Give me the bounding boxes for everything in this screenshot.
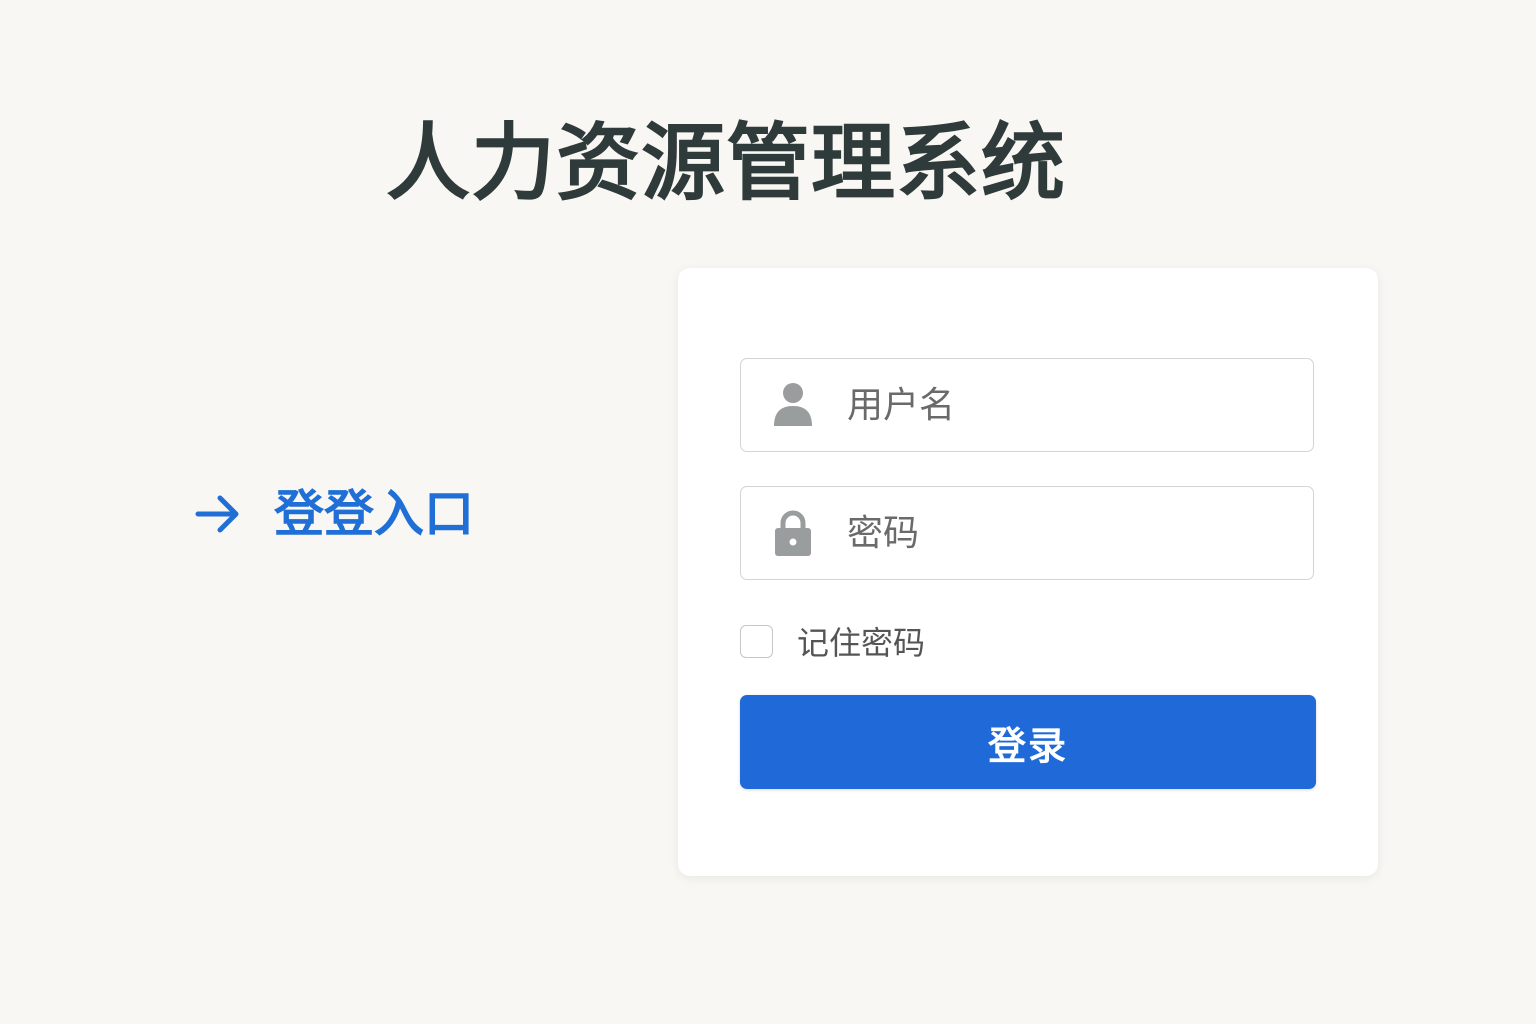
username-input[interactable] [845,374,1289,436]
page-title: 人力资源管理系统 [386,114,1067,212]
arrow-right-icon [192,488,244,540]
lock-icon [773,509,813,557]
login-button[interactable]: 登录 [740,695,1316,789]
remember-password-option: 记住密码 [740,622,925,662]
remember-password-checkbox[interactable] [740,624,773,658]
remember-password-label[interactable]: 记住密码 [797,618,925,664]
username-field[interactable] [740,358,1314,452]
login-card: 记住密码 登录 [678,268,1378,876]
password-field[interactable] [740,486,1314,580]
password-input[interactable] [845,502,1289,564]
login-entry-link[interactable]: 登登入口 [192,484,474,544]
user-icon [773,381,813,429]
login-entry-label: 登登入口 [274,485,474,543]
